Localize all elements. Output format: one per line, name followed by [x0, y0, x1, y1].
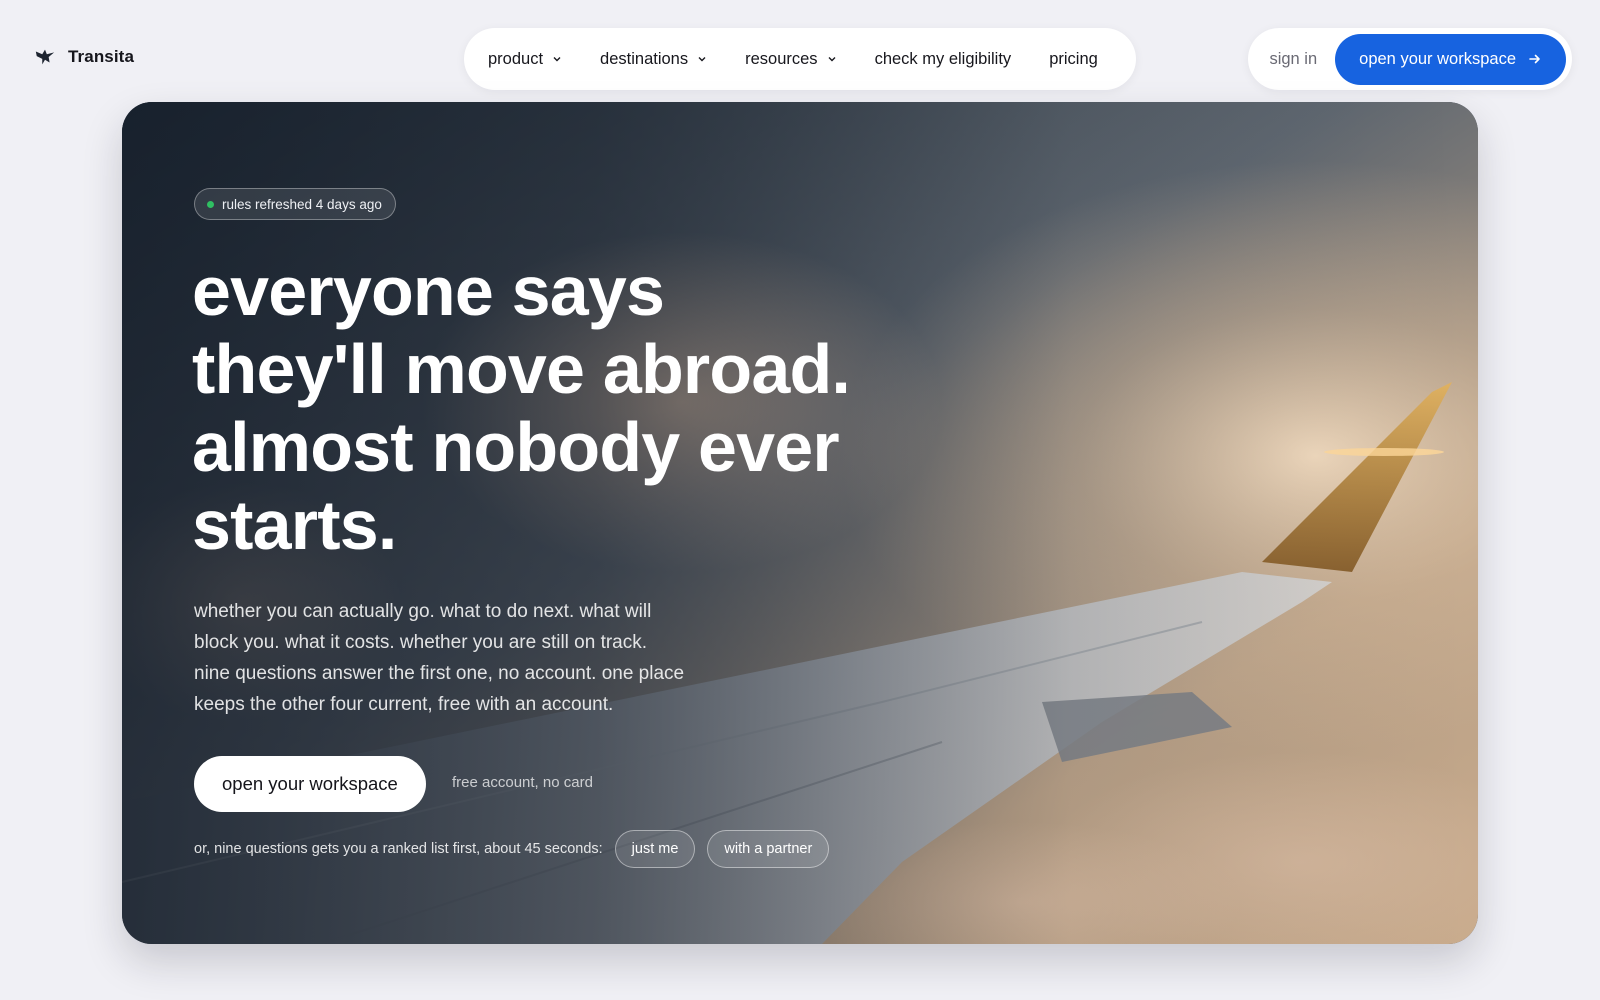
nav-item-label: pricing — [1049, 49, 1098, 68]
chevron-down-icon — [553, 57, 561, 62]
nav-item-destinations[interactable]: destinations — [600, 50, 707, 69]
quiz-options: or, nine questions gets you a ranked lis… — [194, 830, 830, 868]
headline-line: everyone says — [192, 252, 665, 330]
open-workspace-button-header[interactable]: open your workspace — [1335, 33, 1566, 85]
hero-headline: everyone says they'll move abroad. almos… — [192, 252, 932, 564]
nav-item-resources[interactable]: resources — [745, 50, 836, 69]
nav-item-check-eligibility[interactable]: check my eligibility — [875, 50, 1012, 69]
nav-item-product[interactable]: product — [488, 50, 562, 69]
subcopy-line: block you. what it costs. whether you ar… — [194, 632, 648, 653]
headline-line: almost nobody ever — [192, 408, 840, 486]
nav-item-label: check my eligibility — [874, 49, 1012, 68]
open-workspace-label: open your workspace — [1359, 49, 1516, 68]
hero-subcopy: whether you can actually go. what to do … — [194, 596, 754, 720]
open-workspace-label: open your workspace — [222, 773, 398, 794]
bird-logo-icon — [35, 49, 55, 65]
headline-line: they'll move abroad. — [192, 330, 851, 408]
sign-in-link[interactable]: sign in — [1269, 50, 1317, 69]
brand-logo[interactable]: Transita — [34, 46, 134, 68]
badge-label: rules refreshed 4 days ago — [222, 196, 382, 212]
brand-name: Transita — [68, 47, 134, 66]
status-dot-icon — [207, 200, 214, 208]
quiz-label: or, nine questions gets you a ranked lis… — [194, 841, 603, 857]
subcopy-line: nine questions answer the first one, no … — [194, 663, 685, 684]
headline-line: starts. — [192, 486, 397, 564]
subcopy-line: keeps the other four current, free with … — [194, 694, 614, 715]
quiz-option-just-me[interactable]: just me — [614, 830, 696, 868]
arrow-right-icon — [1529, 54, 1540, 64]
auth-group: sign in open your workspace — [1248, 28, 1572, 90]
open-workspace-button-hero[interactable]: open your workspace — [194, 756, 426, 812]
nav-item-label: resources — [745, 49, 818, 68]
rules-status-badge: rules refreshed 4 days ago — [194, 188, 396, 220]
hero-section: rules refreshed 4 days ago everyone says… — [122, 102, 1478, 944]
chevron-down-icon — [828, 57, 836, 62]
quiz-option-with-partner[interactable]: with a partner — [707, 830, 830, 868]
nav-item-label: product — [488, 49, 544, 68]
chevron-down-icon — [698, 57, 706, 62]
main-nav: product destinations resources check my … — [464, 28, 1136, 90]
nav-item-label: destinations — [600, 49, 689, 68]
cta-note: free account, no card — [452, 774, 593, 791]
subcopy-line: whether you can actually go. what to do … — [194, 601, 652, 622]
nav-item-pricing[interactable]: pricing — [1049, 50, 1098, 69]
